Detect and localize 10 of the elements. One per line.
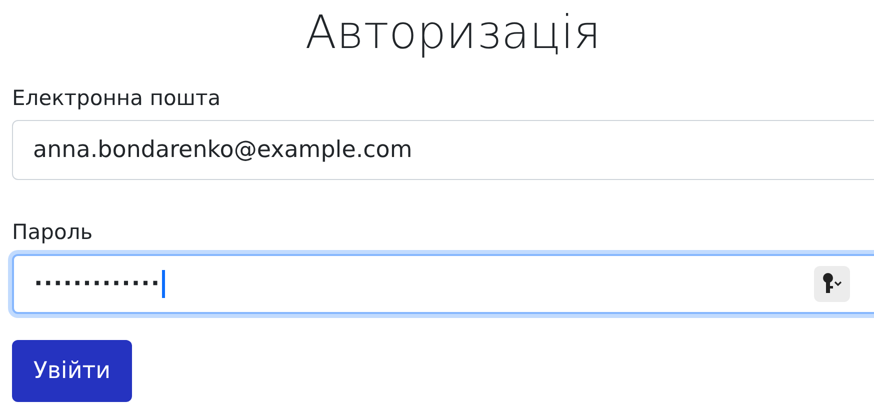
field-label: Електронна пошта	[12, 85, 222, 112]
login-button[interactable]: Увійти	[12, 340, 132, 402]
input-field[interactable]: anna.bondarenko@example.com	[12, 120, 874, 180]
key-icon[interactable]	[814, 266, 850, 302]
field-label: Пароль	[12, 219, 94, 246]
field-value: ·············	[34, 270, 161, 299]
input-field[interactable]: ·············	[12, 254, 874, 314]
text-cursor	[162, 270, 165, 298]
page-title: Авторизація	[305, 4, 601, 61]
field-value: anna.bondarenko@example.com	[33, 136, 412, 165]
